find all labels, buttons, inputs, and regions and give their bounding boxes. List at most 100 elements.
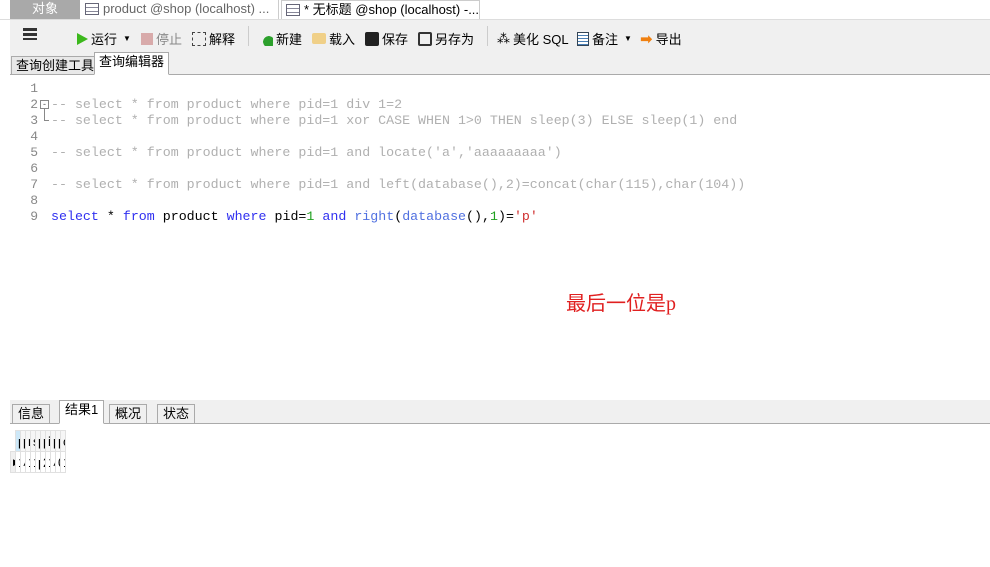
- code-lines: -- select * from product where pid=1 div…: [51, 81, 745, 209]
- load-button[interactable]: 载入: [312, 29, 355, 48]
- column-header-cid[interactable]: cid: [60, 430, 66, 452]
- cell-cid[interactable]: 1: [60, 451, 66, 473]
- save-as-label: 另存为: [435, 32, 475, 47]
- result-grid: pidpnamemarket_priceshop_pricepimagepdat…: [10, 430, 66, 473]
- folder-icon: [312, 33, 326, 44]
- explain-icon: [192, 31, 206, 46]
- tab-info[interactable]: 信息: [12, 404, 51, 424]
- save-icon: [365, 31, 379, 46]
- cell-market_price[interactable]: 1399: [25, 451, 31, 473]
- sql-editor[interactable]: 123456789 - -- select * from product whe…: [10, 76, 990, 396]
- save-button[interactable]: 保存: [365, 29, 408, 48]
- divider: [487, 26, 488, 46]
- column-header-pname[interactable]: pname: [20, 430, 26, 452]
- column-header-market_price[interactable]: market_price: [25, 430, 31, 452]
- tab-result1[interactable]: 结果1: [59, 400, 105, 424]
- fold-line: [44, 109, 49, 121]
- line-number: 3: [30, 113, 38, 128]
- dropdown-arrow-icon[interactable]: ▼: [624, 34, 632, 43]
- explain-button[interactable]: 解释: [192, 29, 235, 48]
- comment-label: 备注: [592, 32, 619, 47]
- run-label: 运行: [91, 32, 118, 47]
- code-line: -- select * from product where pid=1 div…: [51, 97, 403, 112]
- export-icon: ➡: [640, 30, 653, 48]
- save-as-icon: [418, 31, 432, 46]
- cell-pflag[interactable]: 0: [55, 451, 61, 473]
- beautify-sql-button[interactable]: ⁂ 美化 SQL: [497, 29, 569, 48]
- column-header-pimage[interactable]: pimage: [35, 430, 41, 452]
- play-icon: [77, 32, 88, 45]
- new-query-icon: [259, 31, 273, 46]
- line-number: 4: [30, 129, 38, 144]
- tab-product-table[interactable]: product @shop (localhost) ...: [81, 0, 279, 19]
- line-number: 9: [30, 209, 38, 224]
- dropdown-arrow-icon[interactable]: ▼: [123, 34, 131, 43]
- column-header-pid[interactable]: pid: [15, 430, 21, 452]
- tab-status[interactable]: 状态: [157, 404, 196, 424]
- column-header-pflag[interactable]: pflag: [55, 430, 61, 452]
- cell-pid[interactable]: 1: [15, 451, 21, 473]
- tab-overview[interactable]: 概况: [109, 404, 148, 424]
- stop-icon: [141, 32, 153, 45]
- document-tabs: 对象 product @shop (localhost) ... * 无标题 @…: [0, 0, 990, 20]
- fold-toggle-icon[interactable]: -: [40, 100, 49, 109]
- column-header-pdate[interactable]: pdate: [40, 430, 46, 452]
- line-numbers: 123456789: [10, 81, 38, 225]
- code-line: -- select * from product where pid=1 and…: [51, 177, 746, 192]
- menu-button[interactable]: [23, 28, 37, 40]
- column-header-is_hot[interactable]: is_hot: [45, 430, 51, 452]
- divider: [248, 26, 249, 46]
- tab-label: * 无标题 @shop (localhost) -...: [304, 2, 480, 17]
- tab-untitled-query[interactable]: * 无标题 @shop (localhost) -...: [281, 0, 480, 19]
- new-button[interactable]: 新建: [259, 29, 302, 48]
- cell-is_hot[interactable]: 1: [45, 451, 51, 473]
- line-number: 6: [30, 161, 38, 176]
- editor-mode-tabs: 查询创建工具 查询编辑器: [10, 52, 990, 75]
- active-query-line: select * from product where pid=1 and ri…: [51, 209, 538, 224]
- line-number: 1: [30, 81, 38, 96]
- new-label: 新建: [276, 32, 303, 47]
- save-label: 保存: [382, 32, 409, 47]
- code-line: -- select * from product where pid=1 xor…: [51, 113, 738, 128]
- code-line: -- select * from product where pid=1 and…: [51, 145, 562, 160]
- load-label: 载入: [329, 32, 356, 47]
- stop-button[interactable]: 停止: [141, 29, 182, 48]
- column-header-pdesc[interactable]: pdesc: [50, 430, 56, 452]
- column-header-shop_price[interactable]: shop_price: [30, 430, 36, 452]
- tab-query-builder[interactable]: 查询创建工具: [11, 56, 100, 75]
- save-as-button[interactable]: 另存为: [418, 29, 474, 48]
- tab-label: product @shop (localhost) ...: [103, 1, 270, 16]
- line-number: 2: [30, 97, 38, 112]
- line-number: 8: [30, 193, 38, 208]
- result-tabs: 信息 结果1 概况 状态: [10, 400, 990, 424]
- comment-button[interactable]: 备注 ▼: [577, 29, 632, 48]
- cell-pdate[interactable]: 2015-11-02: [40, 451, 46, 473]
- magic-wand-icon: ⁂: [497, 30, 510, 46]
- query-icon: [286, 4, 300, 16]
- cell-pdesc[interactable]: 小米 4c 标准: [50, 451, 56, 473]
- export-label: 导出: [655, 32, 682, 47]
- annotation-text: 最后一位是p: [566, 293, 676, 315]
- cell-pimage[interactable]: products/1/c: [35, 451, 41, 473]
- export-button[interactable]: ➡ 导出: [640, 29, 682, 48]
- beautify-label: 美化 SQL: [513, 32, 569, 47]
- document-icon: [577, 31, 589, 46]
- hamburger-icon: [23, 28, 37, 40]
- table-icon: [85, 3, 99, 15]
- line-number: 7: [30, 177, 38, 192]
- toolbar: 运行 ▼ 停止 解释 新建 载入 保存 另存为 ⁂ 美化 SQL 备注 ▼ ➡ 导出: [10, 20, 990, 52]
- tab-query-editor[interactable]: 查询编辑器: [94, 52, 170, 75]
- tab-objects[interactable]: 对象: [10, 0, 80, 19]
- header-row: pidpnamemarket_priceshop_pricepimagepdat…: [10, 430, 66, 452]
- cell-pname[interactable]: 小米 4c 标准: [20, 451, 26, 473]
- cell-shop_price[interactable]: 1299: [30, 451, 36, 473]
- table-row[interactable]: ▶1小米 4c 标准13991299products/1/c2015-11-02…: [10, 451, 66, 473]
- stop-label: 停止: [156, 32, 183, 47]
- run-button[interactable]: 运行 ▼: [77, 29, 131, 48]
- explain-label: 解释: [209, 32, 236, 47]
- line-number: 5: [30, 145, 38, 160]
